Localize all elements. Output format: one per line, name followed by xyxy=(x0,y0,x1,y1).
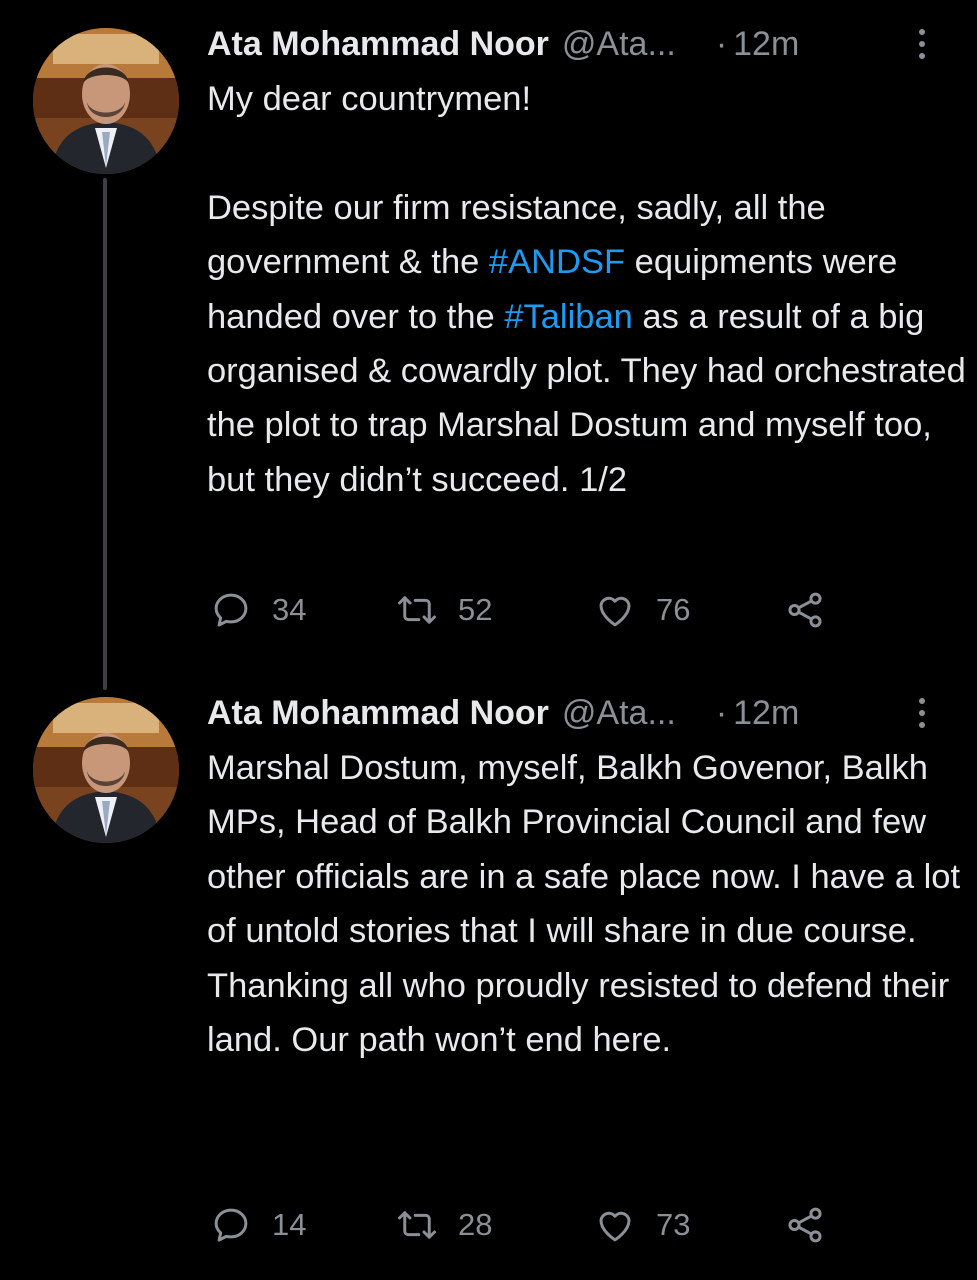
menu-dot xyxy=(919,722,925,728)
author-handle[interactable]: @Ata... xyxy=(562,694,676,733)
more-options-icon[interactable] xyxy=(912,24,932,64)
reply-button[interactable]: 34 xyxy=(210,588,306,632)
more-options-icon[interactable] xyxy=(912,693,932,733)
share-button[interactable] xyxy=(784,1203,826,1247)
retweet-button[interactable]: 52 xyxy=(396,588,492,632)
avatar-portrait-icon xyxy=(33,28,179,174)
avatar-portrait-icon xyxy=(33,697,179,843)
like-count: 73 xyxy=(656,1207,691,1242)
reply-icon xyxy=(214,1208,248,1242)
share-button[interactable] xyxy=(784,588,826,632)
author-handle[interactable]: @Ata... xyxy=(562,25,676,64)
tweet-header: Ata Mohammad Noor @Ata... · 12m xyxy=(207,693,799,733)
author-avatar[interactable] xyxy=(33,697,179,843)
like-button[interactable]: 76 xyxy=(594,588,690,632)
author-name[interactable]: Ata Mohammad Noor xyxy=(207,694,549,733)
separator-dot: · xyxy=(715,693,728,732)
like-icon xyxy=(599,596,631,627)
retweet-count: 28 xyxy=(458,1207,493,1242)
tweet-header: Ata Mohammad Noor @Ata... · 12m xyxy=(207,24,799,64)
tweet-text: My dear countrymen! Despite our firm res… xyxy=(207,72,967,507)
tweet-text: Marshal Dostum, myself, Balkh Govenor, B… xyxy=(207,749,970,1060)
menu-dot xyxy=(919,29,925,35)
menu-dot xyxy=(919,710,925,716)
separator-dot: · xyxy=(715,24,728,63)
menu-dot xyxy=(919,698,925,704)
retweet-icon xyxy=(398,1211,436,1239)
share-icon xyxy=(788,592,822,628)
share-icon xyxy=(788,1207,822,1243)
menu-dot xyxy=(919,41,925,47)
author-avatar[interactable] xyxy=(33,28,179,174)
reply-count: 34 xyxy=(272,592,307,627)
retweet-count: 52 xyxy=(458,592,493,627)
hashtag-link[interactable]: #Taliban xyxy=(504,298,633,336)
author-name[interactable]: Ata Mohammad Noor xyxy=(207,25,549,64)
hashtag-link[interactable]: #ANDSF xyxy=(489,243,625,281)
thread-connector-line xyxy=(103,178,107,690)
like-count: 76 xyxy=(656,592,691,627)
retweet-icon xyxy=(398,596,436,624)
reply-button[interactable]: 14 xyxy=(210,1203,306,1247)
reply-icon xyxy=(214,593,248,627)
tweet-actions: 34 52 76 xyxy=(210,588,850,632)
reply-count: 14 xyxy=(272,1207,307,1242)
menu-dot xyxy=(919,53,925,59)
like-icon xyxy=(599,1211,631,1242)
tweet-timestamp[interactable]: 12m xyxy=(733,25,799,64)
tweet-actions: 14 28 73 xyxy=(210,1203,850,1247)
retweet-button[interactable]: 28 xyxy=(396,1203,492,1247)
tweet-timestamp[interactable]: 12m xyxy=(733,694,799,733)
like-button[interactable]: 73 xyxy=(594,1203,690,1247)
